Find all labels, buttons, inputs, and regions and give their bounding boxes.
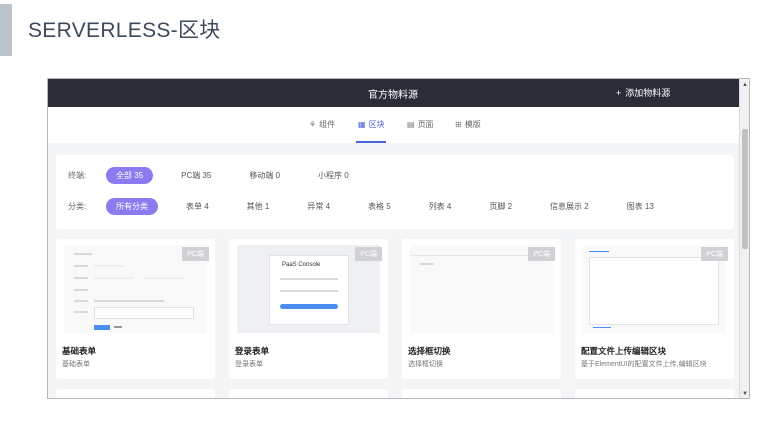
component-icon: ⚘ xyxy=(309,120,317,129)
card-description: 选择框切换 xyxy=(408,361,443,368)
tab-label: 区块 xyxy=(368,120,385,129)
filter-category-info[interactable]: 信息展示 2 xyxy=(540,198,599,215)
block-icon: ▦ xyxy=(358,120,366,129)
category-filter-label: 分类: xyxy=(68,201,87,211)
filter-category-other[interactable]: 其他 1 xyxy=(237,198,280,215)
card-description: 登录表单 xyxy=(235,361,263,368)
filter-category-form[interactable]: 表单 4 xyxy=(176,198,219,215)
thumb-textarea xyxy=(94,307,194,319)
card-title: 登录表单 xyxy=(235,346,270,356)
slide-title: SERVERLESS-区块 xyxy=(28,19,221,42)
category-filter-row: 分类: 所有分类 表单 4 其他 1 异常 4 表格 5 列表 4 页脚 2 信… xyxy=(68,197,682,215)
app-window: 官方物料源 + 添加物料源 ⚘ 组件 ▦ 区块 ▤ 页面 ⊞ 模版 终端: 全部 35 xyxy=(47,78,750,399)
tab-label: 模版 xyxy=(464,120,481,129)
platform-badge: PC端 xyxy=(528,247,555,261)
slide: SERVERLESS-区块 官方物料源 + 添加物料源 ⚘ 组件 ▦ 区块 ▤ 页面 ⊞… xyxy=(0,0,780,439)
block-card[interactable]: PC端 基础表单 基础表单 xyxy=(56,239,215,379)
filter-category-table[interactable]: 表格 5 xyxy=(358,198,401,215)
block-card[interactable] xyxy=(402,389,561,398)
thumb-line xyxy=(593,327,611,328)
block-card[interactable] xyxy=(229,389,388,398)
topbar-title: 官方物料源 xyxy=(368,90,418,101)
thumb-line xyxy=(74,300,88,302)
card-title: 配置文件上传编辑区块 xyxy=(581,346,667,356)
thumb-button xyxy=(280,304,338,309)
template-icon: ⊞ xyxy=(455,120,462,129)
thumb-button xyxy=(94,325,110,330)
filter-platform-miniprogram[interactable]: 小程序 0 xyxy=(308,167,359,184)
tab-pages[interactable]: ▤ 页面 xyxy=(407,119,434,130)
top-bar: 官方物料源 + 添加物料源 xyxy=(48,79,741,107)
thumb-line xyxy=(280,290,338,292)
block-card[interactable]: PaaS Console PC端 登录表单 登录表单 xyxy=(229,239,388,379)
thumb-line xyxy=(74,265,88,267)
tab-components[interactable]: ⚘ 组件 xyxy=(309,119,335,130)
filter-category-list[interactable]: 列表 4 xyxy=(419,198,462,215)
block-card[interactable] xyxy=(56,389,215,398)
filter-platform-mobile[interactable]: 移动端 0 xyxy=(239,167,290,184)
thumb-line xyxy=(74,253,92,255)
thumb-login-box: PaaS Console xyxy=(269,255,349,325)
scroll-down-arrow-icon[interactable]: ▼ xyxy=(741,390,749,398)
vertical-scrollbar[interactable]: ▲ ▼ xyxy=(739,79,749,398)
filter-category-chart[interactable]: 图表 13 xyxy=(617,198,664,215)
thumb-line xyxy=(589,251,609,252)
thumb-line xyxy=(74,289,88,291)
card-description: 基础表单 xyxy=(62,361,90,368)
platform-filter-row: 终端: 全部 35 PC端 35 移动端 0 小程序 0 xyxy=(68,166,377,184)
card-title: 选择框切换 xyxy=(408,346,451,356)
filter-category-all[interactable]: 所有分类 xyxy=(106,197,158,215)
card-title: 基础表单 xyxy=(62,346,97,356)
tab-bar: ⚘ 组件 ▦ 区块 ▤ 页面 ⊞ 模版 xyxy=(48,107,741,143)
tab-label: 组件 xyxy=(319,120,336,129)
platform-filter-label: 终端: xyxy=(68,170,87,180)
scroll-up-arrow-icon[interactable]: ▲ xyxy=(741,81,749,89)
tab-label: 页面 xyxy=(417,120,434,129)
platform-badge: PC端 xyxy=(701,247,728,261)
add-source-button[interactable]: + 添加物料源 xyxy=(616,86,670,99)
filter-platform-all[interactable]: 全部 35 xyxy=(106,166,154,184)
page-icon: ▤ xyxy=(407,120,415,129)
platform-badge: PC端 xyxy=(182,247,209,261)
thumb-line xyxy=(144,277,184,279)
thumb-line xyxy=(280,278,338,280)
thumb-line xyxy=(94,277,134,279)
block-card[interactable]: PC端 选择框切换 选择框切换 xyxy=(402,239,561,379)
filter-panel: 终端: 全部 35 PC端 35 移动端 0 小程序 0 分类: 所有分类 表单… xyxy=(56,155,734,229)
filter-platform-pc[interactable]: PC端 35 xyxy=(171,167,221,184)
thumb-line xyxy=(94,265,124,267)
filter-category-exception[interactable]: 异常 4 xyxy=(297,198,340,215)
thumb-login-title: PaaS Console xyxy=(282,262,321,268)
block-card[interactable] xyxy=(575,389,734,398)
add-source-label: 添加物料源 xyxy=(625,88,671,98)
tab-blocks[interactable]: ▦ 区块 xyxy=(358,119,385,130)
platform-badge: PC端 xyxy=(355,247,382,261)
thumb-line xyxy=(420,263,434,265)
thumb-line xyxy=(114,326,122,328)
block-card[interactable]: PC端 配置文件上传编辑区块 基于ElementUI的配置文件上传,编辑区块 xyxy=(575,239,734,379)
card-description: 基于ElementUI的配置文件上传,编辑区块 xyxy=(581,361,707,368)
thumb-line xyxy=(94,300,164,302)
thumb-line xyxy=(74,311,88,313)
plus-icon: + xyxy=(616,88,622,98)
filter-category-footer[interactable]: 页脚 2 xyxy=(479,198,522,215)
active-tab-underline xyxy=(356,141,386,143)
thumb-editor xyxy=(589,257,719,325)
scrollbar-thumb[interactable] xyxy=(742,129,748,249)
thumb-line xyxy=(74,277,88,279)
title-accent-bar xyxy=(0,4,12,56)
tab-templates[interactable]: ⊞ 模版 xyxy=(455,119,481,130)
